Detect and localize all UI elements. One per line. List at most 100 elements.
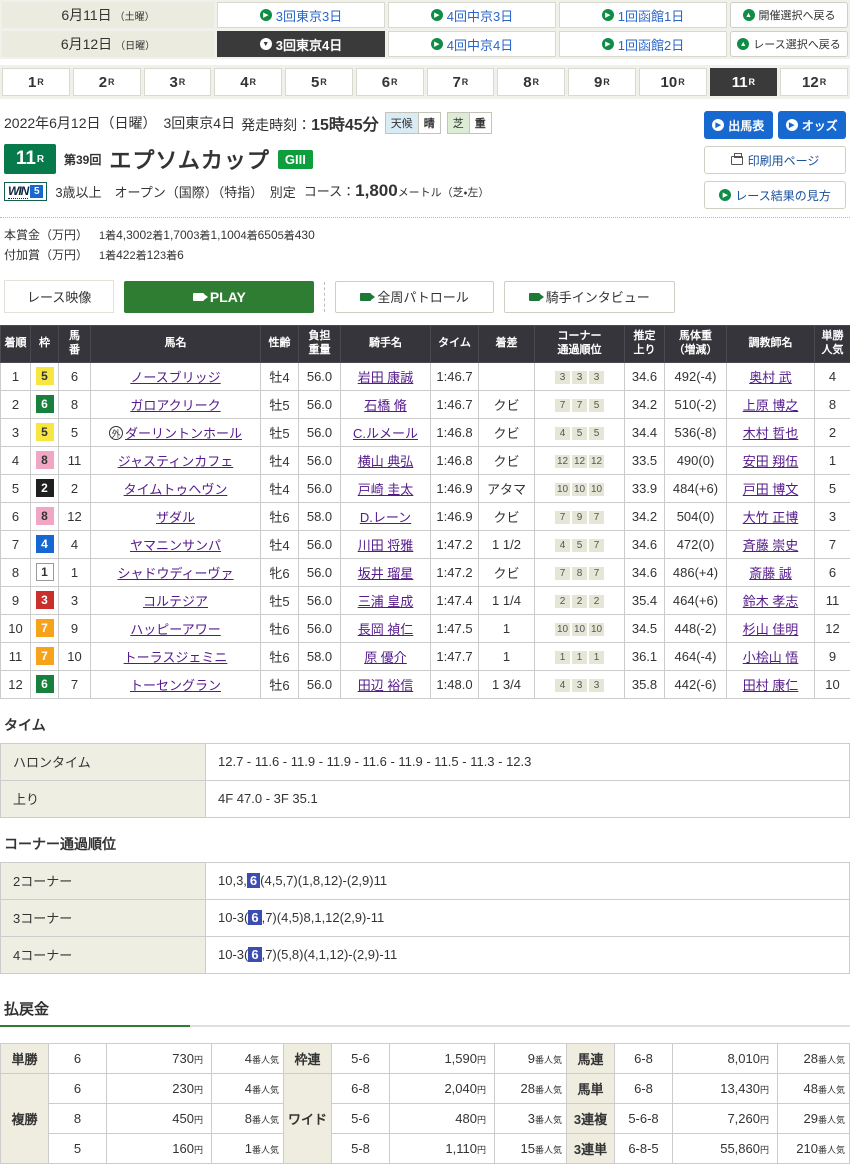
jockey-name: D.レーン [341, 502, 431, 530]
race-tab-6r[interactable]: 6R [356, 68, 424, 96]
time-row-value: 12.7 - 11.6 - 11.9 - 11.9 - 11.6 - 11.9 … [206, 743, 850, 780]
last-3f: 34.6 [625, 362, 665, 390]
time-row-value: 4F 47.0 - 3F 35.1 [206, 780, 850, 817]
trainer-link[interactable]: 安田 翔伍 [743, 454, 799, 469]
trainer-link[interactable]: 奥村 武 [749, 370, 792, 385]
trainer-link[interactable]: 鈴木 孝志 [743, 594, 799, 609]
meeting-link[interactable]: ▶4回中京3日 [388, 2, 556, 28]
corner-row: 3コーナー10-3(6,7)(4,5)8,1,12(2,9)-11 [1, 899, 850, 936]
result-row: 5 2 2 タイムトゥヘヴン 牡4 56.0 戸崎 圭太 1:46.9 アタマ … [1, 474, 850, 502]
jockey-link[interactable]: C.ルメール [353, 426, 418, 441]
print-button[interactable]: 印刷用ページ [704, 146, 846, 174]
results-header-row: 着順枠馬 番馬名性齢負担 重量騎手名タイム着差コーナー 通過順位推定 上り馬体重… [1, 326, 850, 363]
race-tab-4r[interactable]: 4R [214, 68, 282, 96]
jockey-link[interactable]: 横山 典弘 [358, 454, 414, 469]
trainer-link[interactable]: 斉藤 崇史 [743, 538, 799, 553]
jockey-link[interactable]: 長岡 禎仁 [358, 622, 414, 637]
race-tab-5r[interactable]: 5R [285, 68, 353, 96]
time-row: 上り4F 47.0 - 3F 35.1 [1, 780, 850, 817]
race-tab-9r[interactable]: 9R [568, 68, 636, 96]
race-tab-2r[interactable]: 2R [73, 68, 141, 96]
back-button[interactable]: ▲レース選択へ戻る [730, 31, 848, 57]
patrol-video-button[interactable]: 全周パトロール [335, 281, 493, 313]
trainer-link[interactable]: 田村 康仁 [743, 678, 799, 693]
results-column-header: 単勝 人気 [815, 326, 850, 363]
jockey-link[interactable]: 原 優介 [364, 650, 407, 665]
trainer-name: 木村 哲也 [727, 418, 815, 446]
meeting-link[interactable]: ▶3回東京3日 [217, 2, 385, 28]
sex-age: 牡6 [261, 670, 299, 698]
finish-time: 1:46.7 [431, 362, 479, 390]
horse-number: 5 [59, 418, 91, 446]
payout-underline [0, 1025, 850, 1027]
race-tab-10r[interactable]: 10R [639, 68, 707, 96]
play-button[interactable]: PLAY [124, 281, 314, 313]
jockey-link[interactable]: 坂井 瑠星 [358, 566, 414, 581]
jockey-link[interactable]: 田辺 裕信 [358, 678, 414, 693]
shutsuba-button[interactable]: ▶出馬表 [704, 111, 773, 139]
horse-link[interactable]: タイムトゥヘヴン [124, 482, 228, 497]
meeting-link[interactable]: ▼3回東京4日 [217, 31, 385, 57]
race-tab-1r[interactable]: 1R [2, 68, 70, 96]
race-tab-11r[interactable]: 11R [710, 68, 778, 96]
results-column-header: 着差 [479, 326, 535, 363]
meeting-link[interactable]: ▶1回函館2日 [559, 31, 727, 57]
back-button[interactable]: ▲開催選択へ戻る [730, 2, 848, 28]
horse-link[interactable]: コルテジア [143, 594, 208, 609]
race-tab-3r[interactable]: 3R [144, 68, 212, 96]
jockey-interview-button[interactable]: 騎手インタビュー [504, 281, 675, 313]
trainer-link[interactable]: 大竹 正博 [743, 510, 799, 525]
horse-link[interactable]: トーラスジェミニ [124, 650, 228, 665]
horse-name: 外ダーリントンホール [91, 418, 261, 446]
arrow-right-icon: ▶ [712, 119, 724, 131]
jockey-link[interactable]: 川田 将雅 [358, 538, 414, 553]
horse-name: トーセングラン [91, 670, 261, 698]
jockey-link[interactable]: 三浦 皇成 [358, 594, 414, 609]
carried-weight: 58.0 [299, 642, 341, 670]
body-weight: 492(-4) [665, 362, 727, 390]
howto-button[interactable]: ▶レース結果の見方 [704, 181, 846, 209]
race-tab-12r[interactable]: 12R [780, 68, 848, 96]
jockey-link[interactable]: 石橋 脩 [364, 398, 407, 413]
horse-link[interactable]: ダーリントンホール [125, 426, 242, 441]
carried-weight: 56.0 [299, 474, 341, 502]
odds-button[interactable]: ▶オッズ [778, 111, 847, 139]
jockey-link[interactable]: 岩田 康誠 [358, 370, 414, 385]
payout-row: 5160円1番人気5-81,110円15番人気3連単6-8-555,860円21… [1, 1133, 850, 1163]
trainer-link[interactable]: 木村 哲也 [743, 426, 799, 441]
jockey-link[interactable]: D.レーン [360, 510, 411, 525]
win-popularity: 5 [815, 474, 850, 502]
meeting-link[interactable]: ▶4回中京4日 [388, 31, 556, 57]
trainer-link[interactable]: 斎藤 誠 [749, 566, 792, 581]
arrow-right-icon: ▶ [602, 9, 614, 21]
corner-row-value: 10,3,6(4,5,7)(1,8,12)-(2,9)11 [206, 862, 850, 899]
horse-link[interactable]: シャドウディーヴァ [117, 566, 233, 581]
horse-link[interactable]: ノースブリッジ [130, 370, 220, 385]
trainer-link[interactable]: 小桧山 悟 [743, 650, 799, 665]
race-tabs: 1R2R3R4R5R6R7R8R9R10R11R12R [0, 65, 850, 99]
horse-name: トーラスジェミニ [91, 642, 261, 670]
horse-link[interactable]: ヤマニンサンパ [130, 538, 221, 553]
trainer-link[interactable]: 杉山 佳明 [743, 622, 799, 637]
page: 6月11日（土曜） ▶3回東京3日▶4回中京3日▶1回函館1日 ▲開催選択へ戻る… [0, 0, 850, 1164]
corner-row-value: 10-3(6,7)(4,5)8,1,12(2,9)-11 [206, 899, 850, 936]
payout-amount: 8,010円 [673, 1043, 778, 1073]
horse-link[interactable]: ザダル [156, 510, 195, 525]
body-weight: 442(-6) [665, 670, 727, 698]
horse-link[interactable]: ガロアクリーク [130, 398, 220, 413]
horse-link[interactable]: トーセングラン [130, 678, 221, 693]
meeting-link[interactable]: ▶1回函館1日 [559, 2, 727, 28]
prize-row-extra: 付加賞（万円）1着422着123着6 [4, 246, 846, 263]
trainer-link[interactable]: 上原 博之 [743, 398, 799, 413]
race-tab-7r[interactable]: 7R [427, 68, 495, 96]
payout-popularity: 48番人気 [778, 1073, 850, 1103]
win-popularity: 11 [815, 586, 850, 614]
prize-place: 3着 [160, 250, 177, 262]
trainer-link[interactable]: 戸田 博文 [743, 482, 799, 497]
payout-amount: 55,860円 [673, 1133, 778, 1163]
horse-link[interactable]: ジャスティンカフェ [118, 454, 234, 469]
payout-row: 複勝6230円4番人気ワイド6-82,040円28番人気馬単6-813,430円… [1, 1073, 850, 1103]
race-tab-8r[interactable]: 8R [497, 68, 565, 96]
horse-link[interactable]: ハッピーアワー [130, 622, 220, 637]
jockey-link[interactable]: 戸崎 圭太 [358, 482, 414, 497]
